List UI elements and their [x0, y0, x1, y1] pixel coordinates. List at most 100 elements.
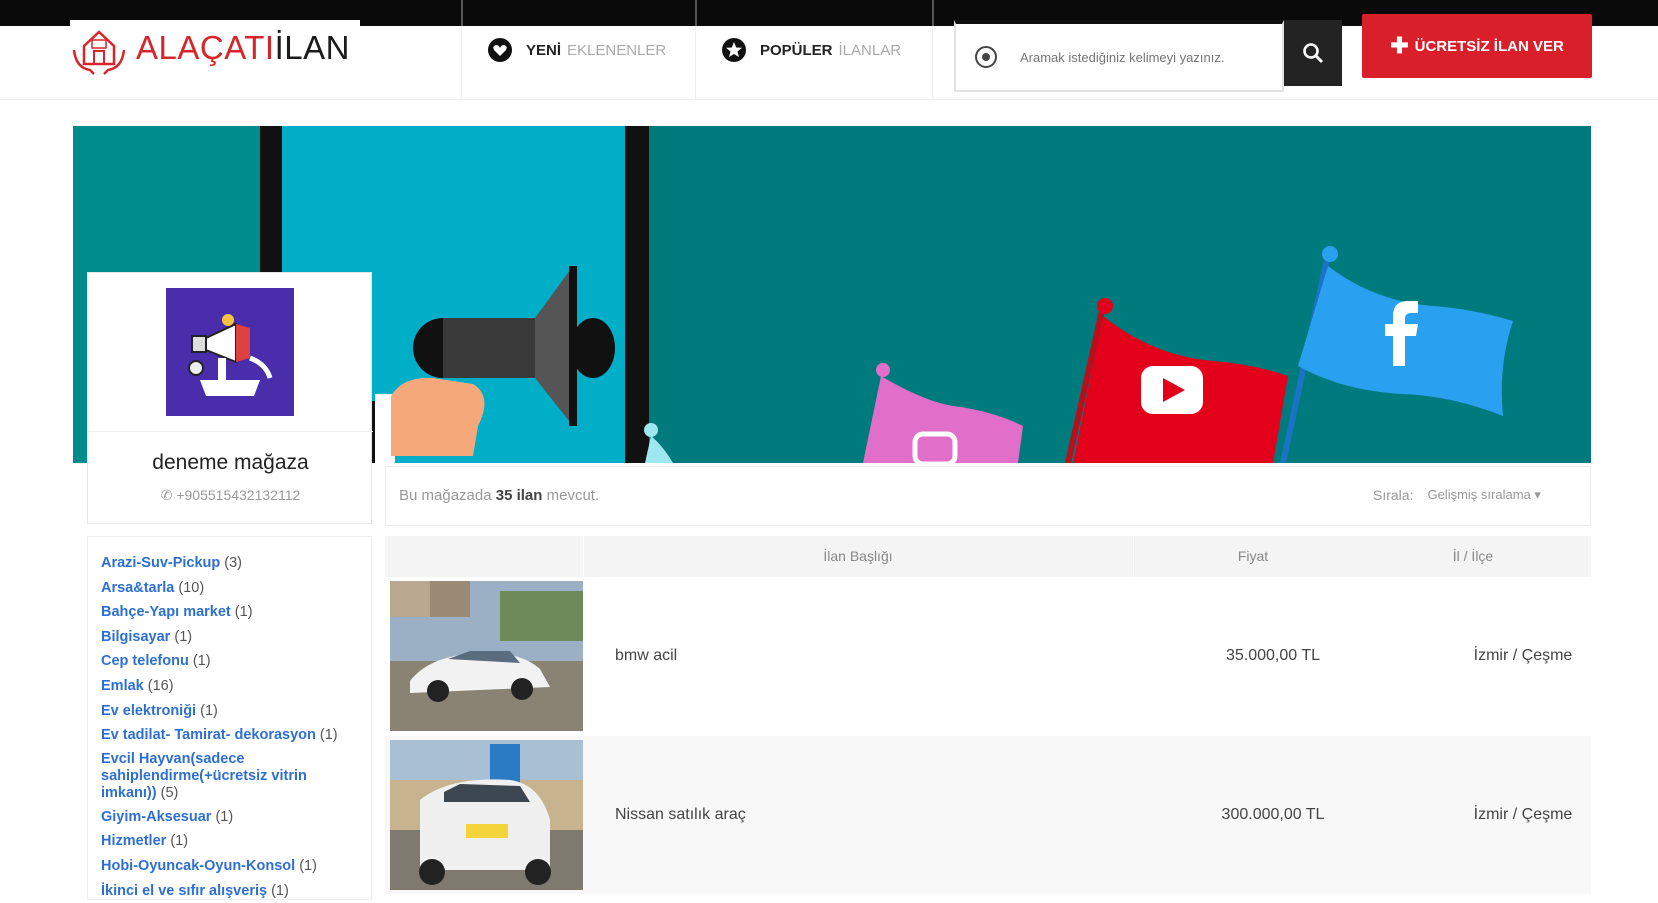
nav-popular-listings[interactable]: POPÜLER İLANLAR — [722, 34, 901, 66]
category-count: (16) — [147, 677, 174, 694]
category-count: (1) — [299, 857, 317, 874]
nav-new-light: EKLENENLER — [567, 41, 667, 59]
logo-text-dark: İLAN — [274, 29, 350, 66]
category-name: Bilgisayar — [101, 628, 171, 645]
category-item[interactable]: Ev tadilat- Tamirat- dekorasyon (1) — [101, 723, 371, 748]
search-box — [954, 20, 1284, 92]
table-row[interactable]: bmw acil 35.000,00 TL İzmir / Çeşme — [385, 577, 1591, 735]
header-separator — [461, 26, 462, 100]
cta-label: ÜCRETSİZ İLAN VER — [1414, 37, 1564, 55]
category-count: (1) — [319, 727, 338, 744]
heart-icon — [488, 38, 512, 62]
store-name: deneme mağaza — [152, 451, 309, 474]
listing-location: İzmir / Çeşme — [1473, 806, 1573, 823]
category-count: (1) — [174, 628, 193, 645]
listing-title[interactable]: bmw acil — [615, 647, 677, 665]
listing-count: 35 ilan — [495, 487, 543, 504]
category-name: Cep telefonu — [101, 653, 189, 670]
plus-icon: ✚ — [1390, 33, 1409, 58]
logo-text-red: ALAÇATI — [136, 29, 275, 66]
category-item[interactable]: Arazi-Suv-Pickup (3) — [101, 551, 371, 576]
star-icon — [722, 38, 746, 62]
category-item[interactable]: Cep telefonu (1) — [101, 649, 371, 674]
category-item[interactable]: Hobi-Oyuncak-Oyun-Konsol (1) — [101, 854, 371, 879]
category-count: (1) — [234, 604, 253, 621]
category-count: (1) — [215, 808, 234, 825]
listing-title[interactable]: Nissan satılık araç — [615, 806, 746, 824]
search-icon — [1303, 43, 1324, 64]
site-logo[interactable]: ALAÇATIİLAN — [70, 20, 360, 76]
category-name: Bahçe-Yapı market — [101, 604, 231, 621]
category-name: Ev elektroniği — [101, 702, 197, 719]
category-list: Arazi-Suv-Pickup (3) Arsa&tarla (10) Bah… — [87, 536, 372, 900]
header-separator — [932, 26, 933, 100]
nav-popular-bold: POPÜLER — [760, 41, 833, 59]
category-count: (5) — [160, 784, 179, 801]
search-bar — [954, 16, 1342, 92]
category-count: (3) — [224, 555, 243, 571]
sort-value: Gelişmiş sıralama — [1427, 487, 1531, 502]
search-input[interactable] — [1020, 49, 1270, 65]
category-item[interactable]: Evcil Hayvan(sadece sahiplendirme(+ücret… — [101, 748, 341, 805]
category-count: (1) — [271, 882, 289, 899]
store-card-divider — [88, 431, 373, 432]
sort-select[interactable]: Gelişmiş sıralama ▾ — [1427, 487, 1540, 503]
table-row[interactable]: Nissan satılık araç 300.000,00 TL İzmir … — [385, 736, 1591, 894]
store-phone-row[interactable]: ✆ +905515432132112 — [88, 487, 373, 504]
site-header: ALAÇATIİLAN YENİ EKLENENLER POPÜLER İLAN… — [0, 14, 1658, 100]
info-suffix: mevcut. — [546, 487, 600, 504]
phone-icon: ✆ — [160, 487, 177, 503]
car-photo-image — [390, 740, 583, 890]
logo-house-hands-icon — [72, 30, 126, 75]
store-info-bar: Bu mağazada 35 ilan mevcut. Sırala: Geli… — [385, 466, 1591, 526]
listing-thumbnail[interactable] — [390, 581, 583, 731]
top-separator — [695, 0, 697, 26]
logo-text: ALAÇATIİLAN — [136, 29, 350, 67]
table-header: İlan Başlığı Fiyat İl / İlçe — [385, 536, 1591, 577]
category-item[interactable]: Giyim-Aksesuar (1) — [101, 805, 371, 830]
category-name: Hobi-Oyuncak-Oyun-Konsol — [101, 857, 296, 874]
category-name: Ev tadilat- Tamirat- dekorasyon — [101, 727, 316, 744]
caret-down-icon: ▾ — [1534, 487, 1541, 502]
nav-new-listings[interactable]: YENİ EKLENENLER — [488, 34, 666, 66]
category-count: (1) — [200, 702, 218, 719]
category-name: Arazi-Suv-Pickup — [101, 555, 221, 571]
category-item[interactable]: Hizmetler (1) — [101, 829, 371, 854]
category-count: (1) — [192, 653, 211, 670]
category-item[interactable]: Ev elektroniği (1) — [101, 699, 371, 724]
listing-count-text: Bu mağazada 35 ilan mevcut. — [399, 487, 599, 504]
listing-location: İzmir / Çeşme — [1473, 647, 1573, 664]
category-name: Hizmetler — [101, 833, 167, 850]
megaphone-robot-icon — [166, 288, 294, 416]
search-button[interactable] — [1284, 20, 1342, 86]
store-phone: +905515432132112 — [176, 487, 301, 503]
column-header-title[interactable]: İlan Başlığı — [583, 548, 1133, 564]
category-count: (1) — [170, 833, 189, 850]
store-card: deneme mağaza ✆ +905515432132112 — [87, 272, 373, 524]
car-photo-image — [390, 581, 583, 731]
nav-popular-light: İLANLAR — [838, 41, 902, 59]
column-header-location[interactable]: İl / İlçe — [1373, 548, 1573, 564]
category-count: (10) — [178, 579, 205, 596]
category-name: Arsa&tarla — [101, 579, 175, 596]
sort-control: Sırala: Gelişmiş sıralama ▾ — [1373, 487, 1541, 503]
category-name: Emlak — [101, 677, 144, 694]
category-item[interactable]: Arsa&tarla (10) — [101, 576, 371, 601]
top-separator — [932, 0, 934, 26]
category-item[interactable]: Bahçe-Yapı market (1) — [101, 600, 371, 625]
category-name: Giyim-Aksesuar — [101, 808, 212, 825]
category-item[interactable]: Emlak (16) — [101, 674, 371, 699]
sort-label: Sırala: — [1373, 487, 1414, 503]
header-separator — [695, 26, 696, 100]
post-free-listing-button[interactable]: ✚ ÜCRETSİZ İLAN VER — [1362, 14, 1592, 78]
column-header-price[interactable]: Fiyat — [1133, 548, 1373, 564]
info-prefix: Bu mağazada — [399, 487, 492, 504]
nav-new-bold: YENİ — [526, 41, 562, 59]
listing-thumbnail[interactable] — [390, 740, 583, 890]
category-name: İkinci el ve sıfır alışveriş — [101, 882, 268, 899]
category-item[interactable]: Bilgisayar (1) — [101, 625, 371, 650]
store-avatar — [166, 288, 294, 416]
category-item[interactable]: İkinci el ve sıfır alışveriş (1) — [101, 879, 371, 903]
top-separator — [461, 0, 463, 26]
target-icon[interactable] — [974, 45, 998, 69]
